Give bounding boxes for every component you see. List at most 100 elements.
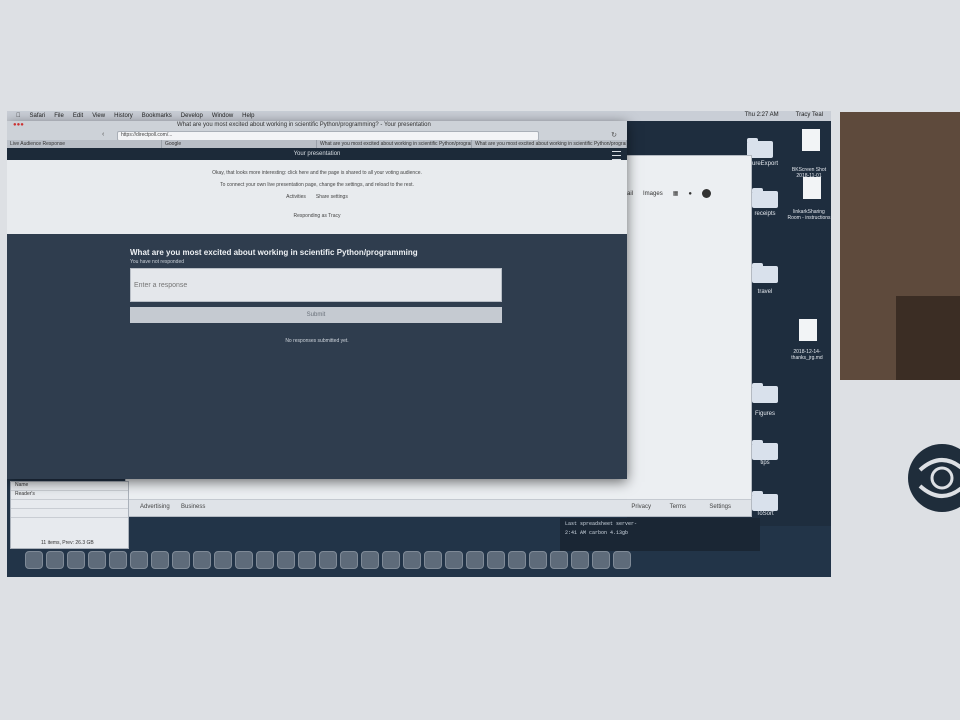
question-area: What are you most excited about working … (7, 234, 627, 479)
dropbox-icon[interactable] (508, 551, 526, 569)
submit-button[interactable]: Submit (130, 307, 502, 323)
twitter-icon[interactable] (487, 551, 505, 569)
info-panel: Okay, that looks more interesting: click… (7, 160, 627, 234)
spotify-icon[interactable] (529, 551, 547, 569)
menu-bookmarks[interactable]: Bookmarks (142, 113, 172, 119)
contacts-icon[interactable] (109, 551, 127, 569)
finder-status: 11 items, Prev: 26.3 GB (41, 540, 94, 546)
menu-develop[interactable]: Develop (181, 113, 203, 119)
share-settings-link[interactable]: Share settings (316, 194, 348, 200)
url-text: https://directpoll.com/... (121, 132, 173, 138)
desktop-item-label: linkarkSharing Room - instructions (787, 209, 831, 221)
desktop-item-label: 2018-12-14-thanks_jrg.md (791, 349, 823, 361)
footer-terms[interactable]: Terms (670, 504, 686, 510)
finder-row[interactable]: Reader's (11, 491, 128, 500)
google-top-links: Gmail Images ▦ ● (617, 189, 711, 198)
photos-icon[interactable] (214, 551, 232, 569)
menu-view[interactable]: View (92, 113, 105, 119)
main-browser-window: What are you most excited about working … (7, 121, 627, 479)
acrobat-icon[interactable] (571, 551, 589, 569)
folder-icon[interactable] (752, 263, 778, 283)
hamburger-menu-icon[interactable] (612, 151, 621, 160)
preferences-icon[interactable] (340, 551, 358, 569)
footer-settings[interactable]: Settings (709, 504, 731, 510)
file-icon[interactable] (803, 177, 821, 199)
finder-icon[interactable] (25, 551, 43, 569)
app-header: Your presentation (7, 148, 627, 160)
menubar-clock[interactable]: Thu 2:27 AM (745, 112, 779, 118)
no-responses-text: No responses submitted yet. (285, 338, 349, 344)
menu-edit[interactable]: Edit (73, 113, 83, 119)
responding-as[interactable]: Responding as Tracy (7, 213, 627, 219)
footer-privacy[interactable]: Privacy (631, 504, 651, 510)
facetime-icon[interactable] (256, 551, 274, 569)
google-footer: Advertising Business Privacy Terms Setti… (126, 499, 751, 516)
slack-icon[interactable] (424, 551, 442, 569)
ibooks-icon[interactable] (298, 551, 316, 569)
folder-icon[interactable] (752, 188, 778, 208)
zoom-icon[interactable] (550, 551, 568, 569)
notes-icon[interactable] (151, 551, 169, 569)
downloads-icon[interactable] (592, 551, 610, 569)
appstore-icon[interactable] (319, 551, 337, 569)
menubar-user[interactable]: Tracy Teal (796, 112, 823, 118)
terminal-line: Last spreadsheet server- (565, 521, 638, 527)
menu-history[interactable]: History (114, 113, 133, 119)
folder-icon[interactable] (752, 440, 778, 460)
conference-logo (908, 444, 960, 512)
menu-file[interactable]: File (54, 113, 64, 119)
browser-toolbar: What are you most excited about working … (7, 121, 627, 148)
activities-link[interactable]: Activities (286, 194, 306, 200)
itunes-icon[interactable] (277, 551, 295, 569)
projected-screen:  Safari File Edit View History Bookmark… (7, 111, 831, 577)
finder-row[interactable] (11, 509, 128, 518)
finder-row[interactable]: Name (11, 482, 128, 491)
finder-window: Name Reader's 11 items, Prev: 26.3 GB (10, 481, 129, 549)
maps-icon[interactable] (193, 551, 211, 569)
markdown-file-icon[interactable] (799, 319, 817, 341)
finder-row[interactable] (11, 500, 128, 509)
reminders-icon[interactable] (172, 551, 190, 569)
tab-bar: Live Audience Response Google What are y… (7, 140, 627, 148)
window-title: What are you most excited about working … (177, 122, 431, 128)
tab[interactable]: What are you most excited about working … (472, 140, 627, 148)
page-title: Your presentation (293, 151, 341, 157)
mail-icon[interactable] (88, 551, 106, 569)
skype-icon[interactable] (403, 551, 421, 569)
images-link[interactable]: Images (643, 191, 663, 197)
bell-icon[interactable]: ● (688, 191, 692, 197)
menu-window[interactable]: Window (212, 113, 233, 119)
reload-icon[interactable]: ↻ (611, 131, 617, 139)
folder-icon[interactable] (752, 383, 778, 403)
response-input[interactable] (130, 268, 502, 302)
messages-icon[interactable] (235, 551, 253, 569)
traffic-lights-icon[interactable]: ●●● (13, 122, 24, 128)
launchpad-icon[interactable] (46, 551, 64, 569)
footer-business[interactable]: Business (181, 504, 205, 510)
avatar[interactable] (702, 189, 711, 198)
terminal-icon[interactable] (361, 551, 379, 569)
excel-icon[interactable] (466, 551, 484, 569)
trash-icon[interactable] (613, 551, 631, 569)
safari-icon[interactable] (67, 551, 85, 569)
info-text: Okay, that looks more interesting: click… (212, 170, 422, 176)
calendar-icon[interactable] (130, 551, 148, 569)
dock (25, 547, 815, 573)
screenshot-file-icon[interactable] (802, 129, 820, 151)
menu-help[interactable]: Help (242, 113, 254, 119)
folder-icon[interactable] (752, 491, 778, 511)
apple-icon[interactable]:  (16, 113, 21, 119)
response-status: You have not responded (130, 259, 185, 265)
tab[interactable]: Google (162, 140, 317, 148)
apps-grid-icon[interactable]: ▦ (673, 190, 679, 197)
terminal-line: 2:41 AM carbon 4.13gb (565, 530, 629, 536)
word-icon[interactable] (445, 551, 463, 569)
back-icon[interactable]: ‹ (102, 131, 104, 138)
footer-advertising[interactable]: Advertising (140, 504, 170, 510)
menu-app[interactable]: Safari (30, 113, 46, 119)
mac-menubar:  Safari File Edit View History Bookmark… (7, 111, 831, 121)
podium (896, 296, 960, 380)
chrome-icon[interactable] (382, 551, 400, 569)
tab-active[interactable]: What are you most excited about working … (317, 140, 472, 148)
tab[interactable]: Live Audience Response (7, 140, 162, 148)
